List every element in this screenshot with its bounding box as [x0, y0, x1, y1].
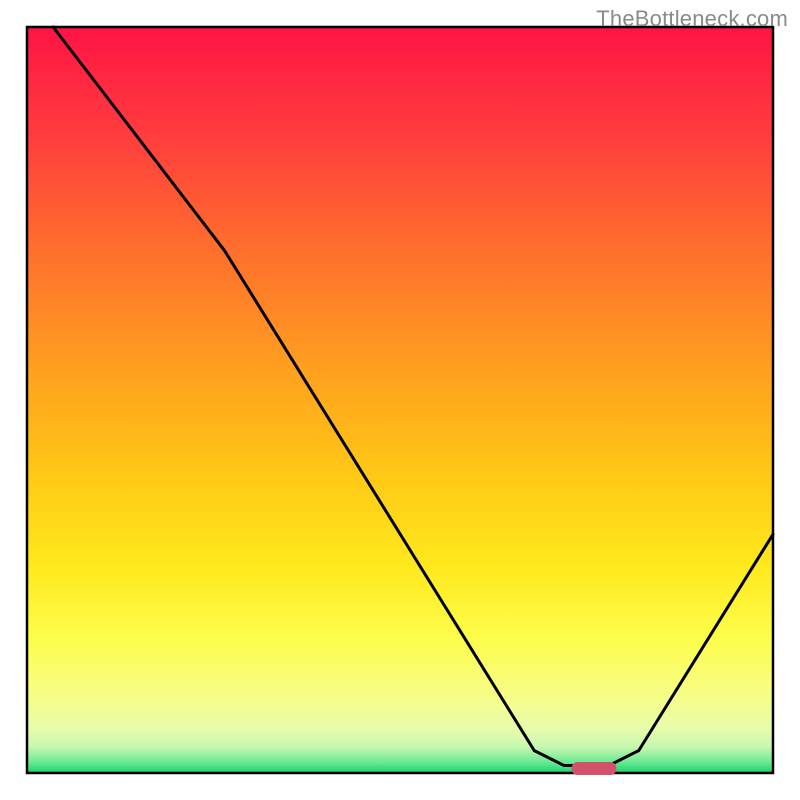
watermark-text: TheBottleneck.com: [596, 6, 788, 32]
chart-container: TheBottleneck.com: [0, 0, 800, 800]
bottleneck-chart: [0, 0, 800, 800]
optimal-range-marker: [572, 762, 617, 775]
